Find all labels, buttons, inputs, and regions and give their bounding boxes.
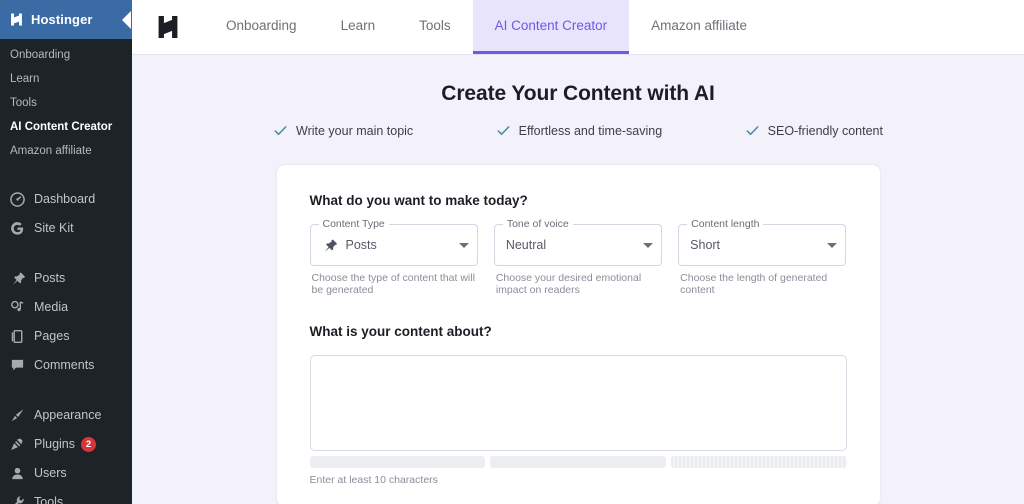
- google-g-icon: [9, 220, 26, 237]
- top-nav-tabs: Onboarding Learn Tools AI Content Creato…: [204, 0, 769, 54]
- sidebar-item-appearance[interactable]: Appearance: [0, 401, 132, 430]
- chevron-down-icon[interactable]: [459, 243, 469, 248]
- comment-bubble-icon: [9, 357, 26, 374]
- content-type-label: Content Type: [319, 218, 389, 231]
- skeleton-bar: [310, 456, 486, 468]
- sidebar-item-media[interactable]: Media: [0, 293, 132, 322]
- content-type-helper-text: Choose the type of content that will be …: [310, 272, 478, 296]
- sidebar-divider-3: [0, 386, 132, 395]
- top-navigation-bar: Onboarding Learn Tools AI Content Creato…: [132, 0, 1024, 55]
- sidebar-label: Posts: [34, 270, 65, 287]
- user-icon: [9, 465, 26, 482]
- chevron-down-icon[interactable]: [643, 243, 653, 248]
- wordpress-admin-sidebar: Hostinger Onboarding Learn Tools AI Cont…: [0, 0, 132, 504]
- min-characters-note: Enter at least 10 characters: [310, 474, 847, 486]
- sidebar-label: Pages: [34, 328, 69, 345]
- sidebar-group-core: Dashboard Site Kit: [0, 179, 132, 249]
- sidebar-label: Site Kit: [34, 220, 74, 237]
- app-root: Hostinger Onboarding Learn Tools AI Cont…: [0, 0, 1024, 504]
- tab-ai-content-creator[interactable]: AI Content Creator: [473, 0, 630, 54]
- sidebar-divider-1: [0, 170, 132, 179]
- sidebar-item-pages[interactable]: Pages: [0, 322, 132, 351]
- sidebar-label: Plugins: [34, 436, 75, 453]
- sidebar-item-dashboard[interactable]: Dashboard: [0, 185, 132, 214]
- bullet-effortless-and-time-saving: Effortless and time-saving: [496, 123, 663, 138]
- hostinger-brand-label: Hostinger: [31, 12, 93, 27]
- pushpin-icon: [322, 237, 338, 253]
- plug-icon: [9, 436, 26, 453]
- tone-of-voice-helper-text: Choose your desired emotional impact on …: [494, 272, 662, 296]
- section-title-content-about: What is your content about?: [310, 324, 847, 339]
- sidebar-divider-2: [0, 249, 132, 258]
- tab-learn[interactable]: Learn: [319, 0, 398, 54]
- sidebar-label: Media: [34, 299, 68, 316]
- chevron-down-icon[interactable]: [827, 243, 837, 248]
- bullet-label: Effortless and time-saving: [519, 124, 663, 138]
- pages-icon: [9, 328, 26, 345]
- sidebar-item-tools[interactable]: Tools: [0, 91, 132, 115]
- sidebar-item-learn[interactable]: Learn: [0, 67, 132, 91]
- page-title: Create Your Content with AI: [132, 82, 1024, 106]
- tone-of-voice-value: Neutral: [506, 238, 637, 252]
- content-creator-card: What do you want to make today? Content …: [276, 164, 881, 504]
- tab-amazon-affiliate[interactable]: Amazon affiliate: [629, 0, 769, 54]
- check-icon: [745, 123, 760, 138]
- dashboard-gauge-icon: [9, 191, 26, 208]
- main-area: Onboarding Learn Tools AI Content Creato…: [132, 0, 1024, 504]
- sidebar-item-tools-wp[interactable]: Tools: [0, 488, 132, 504]
- content-type-value: Posts: [346, 238, 453, 252]
- content-length-column: Content length Short Choose the length o…: [678, 224, 846, 296]
- media-icon: [9, 299, 26, 316]
- content-type-select[interactable]: Content Type Posts: [310, 224, 478, 266]
- sidebar-item-amazon-affiliate[interactable]: Amazon affiliate: [0, 139, 132, 163]
- check-icon: [496, 123, 511, 138]
- tone-of-voice-label: Tone of voice: [503, 218, 573, 231]
- sidebar-item-plugins[interactable]: Plugins 2: [0, 430, 132, 459]
- section-title-make-today: What do you want to make today?: [310, 193, 847, 208]
- sidebar-label: Users: [34, 465, 67, 482]
- paintbrush-icon: [9, 407, 26, 424]
- hostinger-submenu: Onboarding Learn Tools AI Content Creato…: [0, 39, 132, 170]
- pushpin-icon: [9, 270, 26, 287]
- sidebar-label: Dashboard: [34, 191, 95, 208]
- chevron-left-icon[interactable]: [118, 0, 132, 39]
- content-length-select[interactable]: Content length Short: [678, 224, 846, 266]
- sidebar-group-content: Posts Media Pages Comments: [0, 258, 132, 386]
- sidebar-label: Tools: [34, 494, 63, 504]
- tab-onboarding[interactable]: Onboarding: [204, 0, 319, 54]
- content-topic-textarea[interactable]: [310, 355, 847, 451]
- hostinger-h-logo-icon: [9, 12, 24, 27]
- tone-of-voice-column: Tone of voice Neutral Choose your desire…: [494, 224, 662, 296]
- sidebar-item-comments[interactable]: Comments: [0, 351, 132, 380]
- wrench-icon: [9, 494, 26, 504]
- content-length-value: Short: [690, 238, 821, 252]
- hostinger-h-logo-icon: [132, 0, 204, 54]
- skeleton-bar: [671, 456, 847, 468]
- skeleton-bar: [490, 456, 666, 468]
- content-length-label: Content length: [687, 218, 763, 231]
- sidebar-group-manage: Appearance Plugins 2 Users Tools: [0, 395, 132, 504]
- bullet-label: Write your main topic: [296, 124, 413, 138]
- sidebar-item-site-kit[interactable]: Site Kit: [0, 214, 132, 243]
- sidebar-label: Appearance: [34, 407, 101, 424]
- page-content: Create Your Content with AI Write your m…: [132, 55, 1024, 504]
- check-icon: [273, 123, 288, 138]
- generation-options-row: Content Type Posts Choose the type of co…: [310, 224, 847, 296]
- content-type-column: Content Type Posts Choose the type of co…: [310, 224, 478, 296]
- feature-bullets: Write your main topic Effortless and tim…: [273, 123, 883, 138]
- bullet-label: SEO-friendly content: [768, 124, 883, 138]
- suggestion-skeletons: [310, 456, 847, 468]
- sidebar-item-ai-content-creator[interactable]: AI Content Creator: [0, 115, 132, 139]
- content-length-helper-text: Choose the length of generated content: [678, 272, 846, 296]
- tab-tools[interactable]: Tools: [397, 0, 473, 54]
- sidebar-item-posts[interactable]: Posts: [0, 264, 132, 293]
- sidebar-item-users[interactable]: Users: [0, 459, 132, 488]
- bullet-seo-friendly-content: SEO-friendly content: [745, 123, 883, 138]
- hostinger-brand-bar[interactable]: Hostinger: [0, 0, 132, 39]
- sidebar-item-onboarding[interactable]: Onboarding: [0, 43, 132, 67]
- tone-of-voice-select[interactable]: Tone of voice Neutral: [494, 224, 662, 266]
- bullet-write-your-main-topic: Write your main topic: [273, 123, 413, 138]
- plugins-update-badge: 2: [81, 437, 96, 452]
- sidebar-label: Comments: [34, 357, 94, 374]
